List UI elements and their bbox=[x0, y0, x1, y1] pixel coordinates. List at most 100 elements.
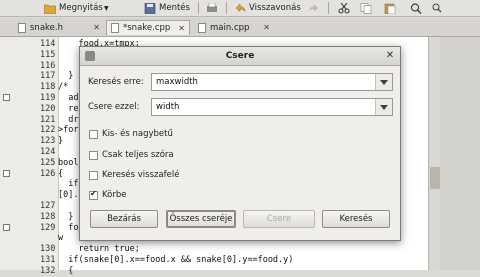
scissors-icon bbox=[338, 2, 350, 14]
chevron-down-icon: ▼ bbox=[104, 4, 109, 12]
line-number: 117 bbox=[40, 71, 56, 82]
line-number: 119 bbox=[40, 93, 56, 103]
line-number: 129 bbox=[40, 222, 56, 233]
line-number: 128 bbox=[40, 211, 56, 222]
replace-all-button[interactable]: Összes cseréje bbox=[166, 210, 236, 228]
app-icon bbox=[85, 51, 95, 61]
file-icon bbox=[198, 22, 206, 33]
dialog-title: Csere bbox=[80, 47, 400, 66]
replace-label: Csere ezzel: bbox=[88, 102, 140, 112]
line-number bbox=[40, 190, 56, 201]
search-value: maxwidth bbox=[156, 77, 198, 87]
open-button[interactable]: Megnyitás bbox=[43, 1, 103, 15]
line-number: 122 bbox=[40, 125, 56, 136]
find-button[interactable]: Keresés bbox=[322, 210, 390, 228]
line-number: 124 bbox=[40, 147, 56, 157]
close-icon[interactable]: ✕ bbox=[384, 50, 396, 62]
line-number: 115 bbox=[40, 49, 56, 60]
print-button[interactable] bbox=[206, 1, 218, 15]
redo-button[interactable] bbox=[308, 1, 320, 15]
copy-button[interactable] bbox=[360, 1, 372, 15]
scrollbar-thumb[interactable] bbox=[430, 167, 440, 189]
document-tabs: snake.h ✕ *snake.cpp ✕ main.cpp ✕ bbox=[0, 18, 480, 37]
code-line: return true; bbox=[58, 244, 140, 255]
search-backwards-label: Keresés visszafelé bbox=[102, 170, 180, 180]
undo-button[interactable]: Visszavonás bbox=[234, 1, 301, 15]
code-line: re bbox=[58, 103, 79, 114]
close-icon[interactable]: ✕ bbox=[263, 23, 270, 32]
match-case-label: Kis- és nagybetű bbox=[102, 129, 173, 139]
replace-input[interactable]: width bbox=[151, 98, 393, 116]
wrap-around-label: Körbe bbox=[102, 190, 127, 200]
main-toolbar: Megnyitás ▼ Mentés Visszavonás bbox=[0, 0, 480, 17]
tab-label: snake.h bbox=[30, 22, 63, 33]
open-dropdown-arrow[interactable]: ▼ bbox=[104, 1, 109, 15]
file-icon bbox=[111, 23, 119, 33]
line-number: 126 bbox=[40, 168, 56, 179]
tab-snake-cpp[interactable]: *snake.cpp ✕ bbox=[106, 20, 190, 35]
code-line: w bbox=[58, 233, 64, 244]
wrap-around-checkbox[interactable] bbox=[89, 189, 98, 200]
fold-marker-icon[interactable] bbox=[3, 223, 10, 231]
folder-icon bbox=[43, 3, 57, 14]
code-line: { bbox=[58, 168, 64, 179]
code-line: if bbox=[58, 179, 79, 190]
code-line: ad bbox=[58, 93, 79, 103]
chevron-down-icon[interactable] bbox=[375, 99, 392, 115]
code-line: /* bbox=[58, 82, 69, 93]
cut-button[interactable] bbox=[338, 1, 350, 15]
code-line: >for bbox=[58, 125, 79, 136]
line-number bbox=[40, 233, 56, 244]
save-button[interactable]: Mentés bbox=[144, 1, 190, 15]
replace-value: width bbox=[156, 102, 180, 112]
replace-button[interactable]: Csere bbox=[243, 210, 315, 228]
redo-icon bbox=[308, 3, 320, 14]
whole-word-label: Csak teljes szóra bbox=[102, 150, 174, 160]
save-label: Mentés bbox=[159, 3, 190, 13]
toolbar-separator bbox=[198, 2, 199, 14]
undo-label: Visszavonás bbox=[249, 3, 301, 13]
open-label: Megnyitás bbox=[59, 3, 103, 13]
close-icon[interactable]: ✕ bbox=[93, 23, 100, 32]
code-line: bool bbox=[58, 157, 79, 168]
fold-marker-icon[interactable] bbox=[3, 169, 10, 177]
search-label: Keresés erre: bbox=[88, 77, 144, 87]
close-button[interactable]: Bezárás bbox=[90, 210, 158, 228]
code-line: } bbox=[58, 211, 74, 222]
toolbar-separator bbox=[328, 2, 329, 14]
search-button[interactable] bbox=[410, 1, 422, 15]
match-case-checkbox[interactable] bbox=[89, 130, 98, 139]
line-number: 125 bbox=[40, 157, 56, 168]
code-line: [0]. bbox=[58, 190, 79, 201]
tab-label: *snake.cpp bbox=[123, 23, 171, 33]
paste-icon bbox=[384, 3, 396, 14]
line-number: 120 bbox=[40, 103, 56, 114]
code-line: } bbox=[58, 136, 64, 147]
toolbar-separator bbox=[226, 2, 227, 14]
copy-icon bbox=[360, 2, 372, 14]
line-number bbox=[40, 179, 56, 190]
find-replace-icon bbox=[432, 3, 444, 14]
tab-main-cpp[interactable]: main.cpp ✕ bbox=[194, 20, 274, 35]
printer-icon bbox=[206, 2, 218, 14]
replace-dialog: Csere ✕ Keresés erre: maxwidth Csere ezz… bbox=[79, 46, 401, 241]
line-number: 118 bbox=[40, 82, 56, 93]
code-line: } bbox=[58, 71, 74, 82]
fold-marker-icon[interactable] bbox=[3, 94, 10, 101]
line-number: 121 bbox=[40, 114, 56, 125]
replace-tool-button[interactable] bbox=[432, 1, 444, 15]
whole-word-checkbox[interactable] bbox=[89, 151, 98, 160]
tab-snake-h[interactable]: snake.h ✕ bbox=[14, 20, 104, 35]
search-icon bbox=[410, 2, 422, 14]
line-number: 127 bbox=[40, 201, 56, 211]
save-icon bbox=[144, 2, 156, 14]
code-line: if(snake[0].x==food.x && snake[0].y==foo… bbox=[58, 255, 294, 265]
search-backwards-checkbox[interactable] bbox=[89, 171, 98, 180]
close-icon[interactable]: ✕ bbox=[178, 24, 185, 33]
paste-button[interactable] bbox=[384, 1, 396, 15]
undo-icon bbox=[234, 2, 246, 14]
code-line: fo bbox=[58, 222, 79, 233]
chevron-down-icon[interactable] bbox=[375, 74, 392, 90]
search-input[interactable]: maxwidth bbox=[151, 73, 393, 91]
line-number: 114 bbox=[40, 39, 56, 49]
